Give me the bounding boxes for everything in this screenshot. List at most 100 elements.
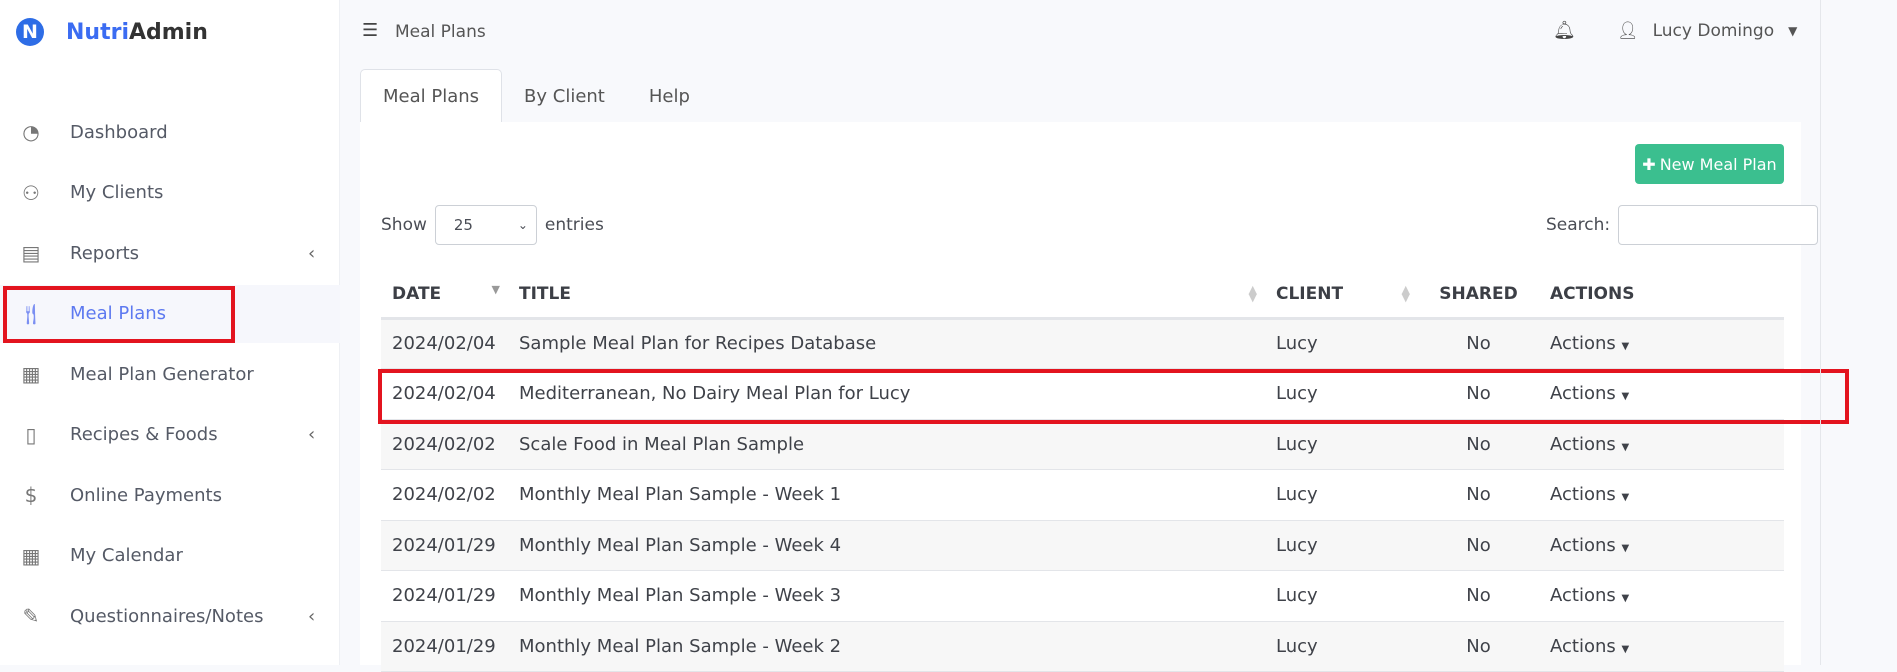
cell-shared: No [1418, 318, 1539, 369]
cell-shared: No [1418, 570, 1539, 622]
money-icon: $ [24, 483, 38, 507]
search-input[interactable] [1618, 205, 1819, 245]
caret-down-icon: ▼ [1621, 492, 1630, 504]
actions-dropdown[interactable]: Actions ▼ [1539, 520, 1784, 571]
cell-date: 2024/01/29 [381, 621, 508, 672]
table-row[interactable]: 2024/01/29 Monthly Meal Plan Sample - We… [381, 621, 1784, 672]
logo-icon: N [16, 18, 44, 46]
topbar: ☰ Meal Plans 🔔︎ 👤︎ Lucy Domingo ▼ [340, 0, 1820, 66]
caret-down-icon: ▼ [1788, 24, 1798, 38]
edit-note-icon: ✎ [22, 604, 40, 628]
cell-title[interactable]: Monthly Meal Plan Sample - Week 2 [508, 621, 1265, 672]
cell-date: 2024/02/02 [381, 469, 508, 521]
header-actions: ACTIONS [1539, 272, 1784, 320]
chevron-left-icon: ‹ [308, 424, 316, 445]
cell-shared: No [1418, 469, 1539, 521]
sidebar-item-meal-plan-generator[interactable]: ▦ Meal Plan Generator [0, 345, 340, 403]
table-row[interactable]: 2024/02/02 Monthly Meal Plan Sample - We… [381, 469, 1784, 521]
sort-icon: ▲ ▼ [1248, 283, 1257, 304]
cell-date: 2024/01/29 [381, 520, 508, 571]
sidebar-item-recipes-foods[interactable]: ▯ Recipes & Foods ‹ [0, 406, 340, 464]
sidebar-item-my-clients[interactable]: ⚇ My Clients [0, 164, 340, 222]
menu-toggle-icon[interactable]: ☰ [362, 20, 378, 41]
tab-meal-plans[interactable]: Meal Plans [360, 69, 503, 123]
brand-name-a: Nutri [66, 19, 129, 45]
cell-client: Lucy [1265, 621, 1418, 672]
cell-title[interactable]: Scale Food in Meal Plan Sample [508, 419, 1265, 470]
new-meal-plan-button[interactable]: ✚ New Meal Plan [1635, 144, 1784, 184]
chevron-down-icon: ⌄ [517, 218, 528, 232]
sidebar-item-questionnaires-notes[interactable]: ✎ Questionnaires/Notes ‹ [0, 587, 340, 645]
cell-title[interactable]: Monthly Meal Plan Sample - Week 3 [508, 570, 1265, 622]
sort-icon: ▲ ▼ [1401, 283, 1410, 304]
header-shared: SHARED [1418, 272, 1539, 320]
header-title[interactable]: TITLE ▲ ▼ [508, 272, 1265, 320]
actions-dropdown[interactable]: Actions ▼ [1539, 469, 1784, 521]
sidebar-item-meal-plans[interactable]: 🍴︎ Meal Plans [0, 284, 340, 343]
cell-client: Lucy [1265, 469, 1418, 521]
tab-help[interactable]: Help [627, 69, 712, 123]
sidebar-item-my-calendar[interactable]: ▦ My Calendar [0, 527, 340, 585]
table-row[interactable]: 2024/01/29 Monthly Meal Plan Sample - We… [381, 570, 1784, 622]
actions-dropdown[interactable]: Actions ▼ [1539, 419, 1784, 470]
cell-title[interactable]: Sample Meal Plan for Recipes Database [508, 318, 1265, 369]
caret-down-icon: ▼ [1621, 391, 1630, 403]
meal-plans-panel: ✚ New Meal Plan Show 25 ⌄ entries Search: … [360, 122, 1819, 672]
header-date[interactable]: DATE ▼ [381, 272, 508, 320]
user-name: Lucy Domingo [1652, 21, 1775, 41]
entries-select[interactable]: 25 ⌄ [434, 205, 537, 245]
logo[interactable]: N NutriAdmin [16, 18, 208, 46]
dashboard-gauge-icon: ◔ [22, 120, 40, 144]
plus-icon: ✚ [1642, 154, 1656, 174]
entries-label: entries [544, 215, 604, 235]
cell-shared: No [1418, 368, 1539, 420]
brand-name-b: Admin [128, 19, 208, 45]
generator-icon: ▦ [21, 362, 41, 386]
breadcrumb: Meal Plans [395, 22, 486, 42]
chevron-left-icon: ‹ [308, 605, 316, 627]
cell-client: Lucy [1265, 318, 1418, 369]
sidebar: N NutriAdmin ◔ Dashboard ⚇ My Clients ▤ Repor… [0, 0, 340, 665]
search-label: Search: [1546, 215, 1611, 235]
show-label: Show [381, 215, 427, 235]
caret-down-icon: ▼ [1621, 441, 1630, 453]
actions-dropdown[interactable]: Actions ▼ [1539, 368, 1784, 420]
caret-down-icon: ▼ [1621, 643, 1630, 655]
users-icon: ⚇ [22, 180, 40, 205]
table-row[interactable]: 2024/01/29 Monthly Meal Plan Sample - We… [381, 520, 1784, 571]
actions-dropdown[interactable]: Actions ▼ [1539, 570, 1784, 622]
user-icon: 👤︎ [1617, 21, 1639, 41]
caret-down-icon: ▼ [1621, 341, 1630, 353]
utensils-icon: 🍴︎ [18, 301, 44, 326]
cell-shared: No [1418, 621, 1539, 672]
cell-client: Lucy [1265, 368, 1418, 420]
table-row[interactable]: 2024/02/02 Scale Food in Meal Plan Sampl… [381, 419, 1784, 470]
table-row[interactable]: 2024/02/04 Sample Meal Plan for Recipes … [381, 318, 1784, 369]
cell-client: Lucy [1265, 570, 1418, 622]
cell-shared: No [1418, 520, 1539, 571]
cell-title[interactable]: Monthly Meal Plan Sample - Week 4 [508, 520, 1265, 571]
tabs: Meal Plans By Client Help [360, 69, 712, 123]
header-client[interactable]: CLIENT ▲ ▼ [1265, 272, 1418, 320]
recipe-book-icon: ▯ [25, 422, 37, 447]
cell-date: 2024/02/02 [381, 419, 508, 470]
actions-dropdown[interactable]: Actions ▼ [1539, 318, 1784, 369]
chevron-left-icon: ‹ [308, 242, 316, 264]
cell-date: 2024/01/29 [381, 570, 508, 622]
table-row[interactable]: 2024/02/04 Mediterranean, No Dairy Meal … [381, 368, 1784, 420]
bell-icon[interactable]: 🔔︎ [1553, 20, 1576, 41]
cell-client: Lucy [1265, 419, 1418, 470]
cell-title[interactable]: Monthly Meal Plan Sample - Week 1 [508, 469, 1265, 521]
calendar-icon: ▦ [21, 543, 41, 568]
sidebar-item-reports[interactable]: ▤ Reports ‹ [0, 224, 340, 282]
actions-dropdown[interactable]: Actions ▼ [1539, 621, 1784, 672]
tab-by-client[interactable]: By Client [502, 69, 627, 123]
sidebar-item-dashboard[interactable]: ◔ Dashboard [0, 103, 340, 161]
cell-date: 2024/02/04 [381, 318, 508, 369]
scrollbar[interactable] [1820, 0, 1821, 665]
cell-date: 2024/02/04 [381, 368, 508, 420]
cell-shared: No [1418, 419, 1539, 470]
sidebar-item-online-payments[interactable]: $ Online Payments [0, 466, 340, 524]
user-menu[interactable]: 👤︎ Lucy Domingo ▼ [1617, 21, 1797, 41]
cell-title[interactable]: Mediterranean, No Dairy Meal Plan for Lu… [508, 368, 1265, 420]
